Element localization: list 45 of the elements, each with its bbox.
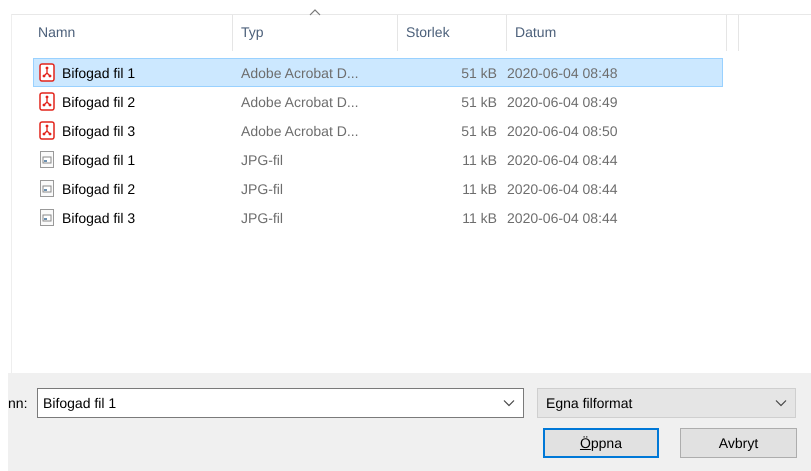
file-date: 2020-06-04 08:50: [507, 122, 618, 138]
file-size: 51 kB: [460, 122, 498, 138]
file-name: Bifogad fil 3: [62, 122, 136, 138]
column-header[interactable]: Typ: [241, 24, 264, 40]
file-size: 11 kB: [461, 152, 498, 168]
file-size: 51 kB: [460, 64, 498, 80]
file-row[interactable]: Bifogad fil 2 JPG-fil 11 kB 2020-06-04 08:44: [33, 174, 723, 203]
file-row[interactable]: Bifogad fil 1 JPG-fil 11 kB 2020-06-04 08:44: [33, 145, 723, 174]
pdf-file-icon: [39, 121, 55, 140]
file-date: 2020-06-04 08:44: [507, 152, 618, 168]
file-row[interactable]: Bifogad fil 3 Adobe Acrobat D... 51 kB 2020-06-04 08:50: [33, 116, 723, 145]
file-date: 2020-06-04 08:44: [507, 180, 618, 196]
file-date: 2020-06-04 08:49: [507, 94, 618, 110]
file-size: 11 kB: [461, 180, 498, 196]
pdf-file-icon: [39, 63, 55, 82]
file-type-dropdown[interactable]: Egna filformat: [537, 388, 796, 418]
file-name: Bifogad fil 1: [62, 152, 136, 168]
file-name: Bifogad fil 2: [62, 94, 136, 110]
file-type: JPG-fil: [240, 152, 284, 168]
filename-field[interactable]: Bifogad fil 1: [37, 388, 524, 418]
file-date: 2020-06-04 08:44: [507, 210, 618, 226]
pdf-file-icon: [39, 92, 55, 111]
open-button[interactable]: Öppna: [543, 428, 659, 458]
image-file-icon: [39, 179, 55, 198]
file-name: Bifogad fil 2: [62, 180, 136, 196]
file-size: 11 kB: [461, 210, 498, 226]
file-type: Adobe Acrobat D...: [240, 122, 360, 138]
file-row[interactable]: Bifogad fil 2 Adobe Acrobat D... 51 kB 2020-06-04 08:49: [33, 87, 723, 116]
cancel-button[interactable]: Avbryt: [680, 428, 797, 458]
column-header[interactable]: Datum: [515, 24, 556, 40]
image-file-icon: [39, 208, 55, 227]
file-type: JPG-fil: [240, 210, 284, 226]
column-header[interactable]: Storlek: [406, 24, 450, 40]
file-type: Adobe Acrobat D...: [240, 64, 360, 80]
file-row[interactable]: Bifogad fil 3 JPG-fil 11 kB 2020-06-04 08:44: [33, 203, 723, 232]
file-date: 2020-06-04 08:48: [507, 64, 618, 80]
field-label: nn:: [8, 395, 28, 411]
file-size: 51 kB: [460, 94, 498, 110]
column-header[interactable]: Namn: [38, 24, 76, 40]
file-name: Bifogad fil 3: [62, 210, 136, 226]
file-row[interactable]: Bifogad fil 1 Adobe Acrobat D... 51 kB 2020-06-04 08:48: [33, 58, 723, 87]
file-name: Bifogad fil 1: [62, 64, 136, 80]
file-type: Adobe Acrobat D...: [240, 94, 360, 110]
image-file-icon: [39, 150, 55, 169]
file-type: JPG-fil: [240, 180, 284, 196]
